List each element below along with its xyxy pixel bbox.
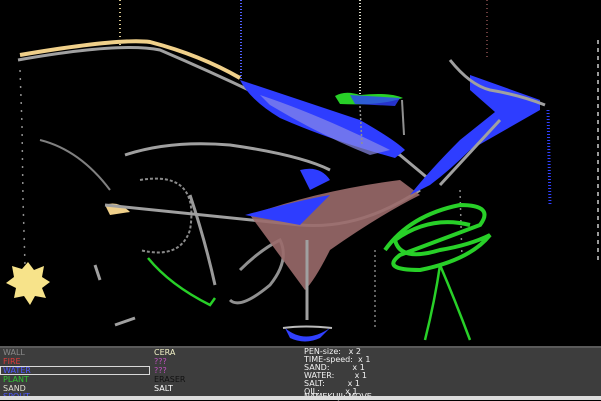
element-plant[interactable]: PLANT [3,375,29,384]
sand-funnel [250,180,420,290]
bowl-bottom [285,328,330,342]
bowl-wall [282,325,333,329]
wall-loop [139,177,193,254]
wall-segment-bottom-left [93,264,102,281]
fire-sun [6,262,50,305]
element-eraser[interactable]: ERASER [154,375,185,384]
element-salt[interactable]: SALT [154,384,173,393]
element-wall[interactable]: WALL [3,348,25,357]
wall-segment-small [114,316,136,327]
plant-curve-left [147,257,217,307]
element-unknown-1[interactable]: ??? [154,357,167,366]
water-pool-right [300,168,330,190]
plant-scribble [383,202,492,273]
element-cera[interactable]: CERA [154,348,175,357]
wall-curve-middle [124,142,331,172]
wall-line-down [188,194,217,286]
wall-curve-left [39,139,111,191]
water-slide-right [410,75,540,195]
element-fire[interactable]: FIRE [3,357,21,366]
wall-line-left [19,69,26,266]
water-drip-right [546,109,552,206]
element-unknown-2[interactable]: ??? [154,366,167,375]
cup-support-2 [401,99,405,136]
element-water[interactable]: WATER [3,366,31,375]
sand-simulation-canvas[interactable] [0,0,601,346]
bottom-border [0,396,601,400]
plant-stem [423,264,472,341]
